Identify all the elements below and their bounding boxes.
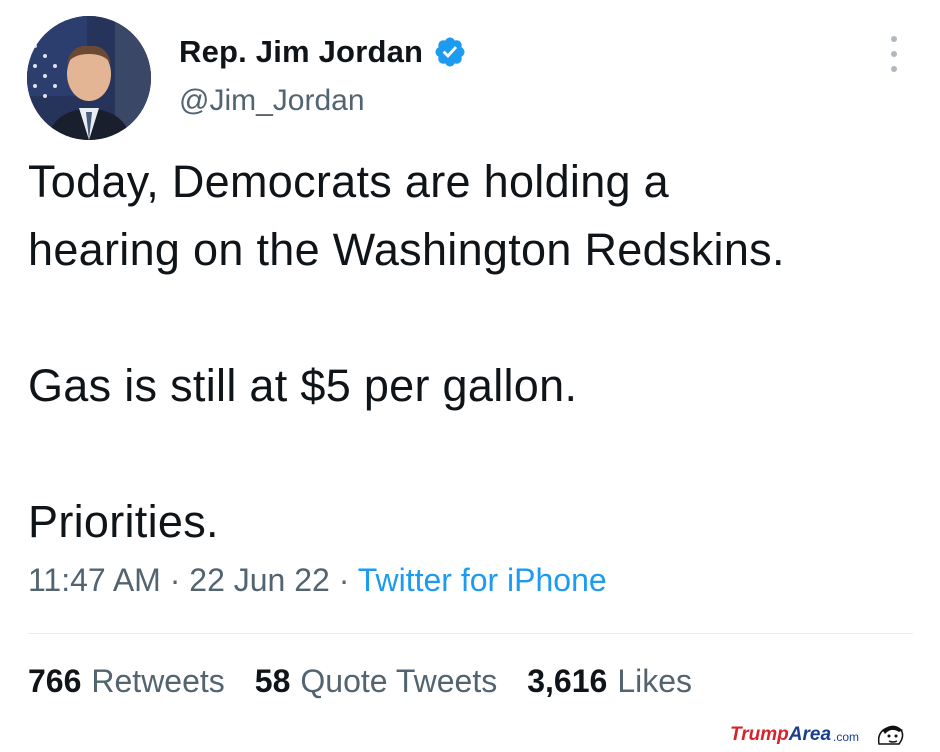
retweets-count: 766	[28, 663, 82, 699]
meta-separator: ·	[329, 562, 358, 598]
avatar[interactable]	[27, 16, 151, 140]
watermark-trump: Trump	[730, 723, 789, 745]
tweet-card: Rep. Jim Jordan @Jim_Jordan Today, Democ…	[0, 0, 940, 722]
quote-tweets-count: 58	[254, 663, 291, 699]
more-options-icon[interactable]	[883, 36, 905, 72]
more-dot	[891, 51, 897, 57]
tweet-date[interactable]: 22 Jun 22	[189, 562, 330, 598]
caricature-icon	[873, 722, 907, 747]
likes-count: 3,616	[527, 663, 608, 699]
verified-badge-icon	[433, 35, 467, 69]
likes-label: Likes	[617, 663, 693, 699]
tweet-meta: 11:47 AM · 22 Jun 22 · Twitter for iPhon…	[28, 562, 607, 599]
divider	[28, 633, 913, 634]
more-dot	[891, 36, 897, 42]
display-name[interactable]: Rep. Jim Jordan	[179, 34, 423, 70]
tweet-line: hearing on the Washington Redskins.	[28, 224, 785, 275]
watermark-area: Area	[788, 723, 832, 745]
tweet-line: Priorities.	[28, 496, 219, 547]
tweet-text: Today, Democrats are holding a hearing o…	[28, 148, 918, 556]
avatar-photo	[27, 16, 151, 140]
tweet-line: Today, Democrats are holding a	[28, 156, 669, 207]
more-dot	[891, 66, 897, 72]
quote-tweets-label: Quote Tweets	[300, 663, 498, 699]
quote-tweets-stat[interactable]: 58 Quote Tweets	[255, 663, 497, 700]
tweet-time[interactable]: 11:47 AM	[28, 562, 161, 598]
author-handle[interactable]: @Jim_Jordan	[179, 84, 365, 118]
watermark-com: .com	[833, 730, 860, 744]
tweet-line: Gas is still at $5 per gallon.	[28, 360, 578, 411]
likes-stat[interactable]: 3,616 Likes	[527, 663, 692, 700]
retweets-label: Retweets	[91, 663, 225, 699]
author-name-row[interactable]: Rep. Jim Jordan	[179, 30, 467, 74]
tweet-source-link[interactable]: Twitter for iPhone	[358, 562, 607, 598]
tweet-stats: 766 Retweets 58 Quote Tweets 3,616 Likes	[28, 663, 692, 700]
retweets-stat[interactable]: 766 Retweets	[28, 663, 225, 700]
meta-separator: ·	[160, 562, 190, 598]
watermark-logo: Trump Area .com	[730, 722, 907, 747]
